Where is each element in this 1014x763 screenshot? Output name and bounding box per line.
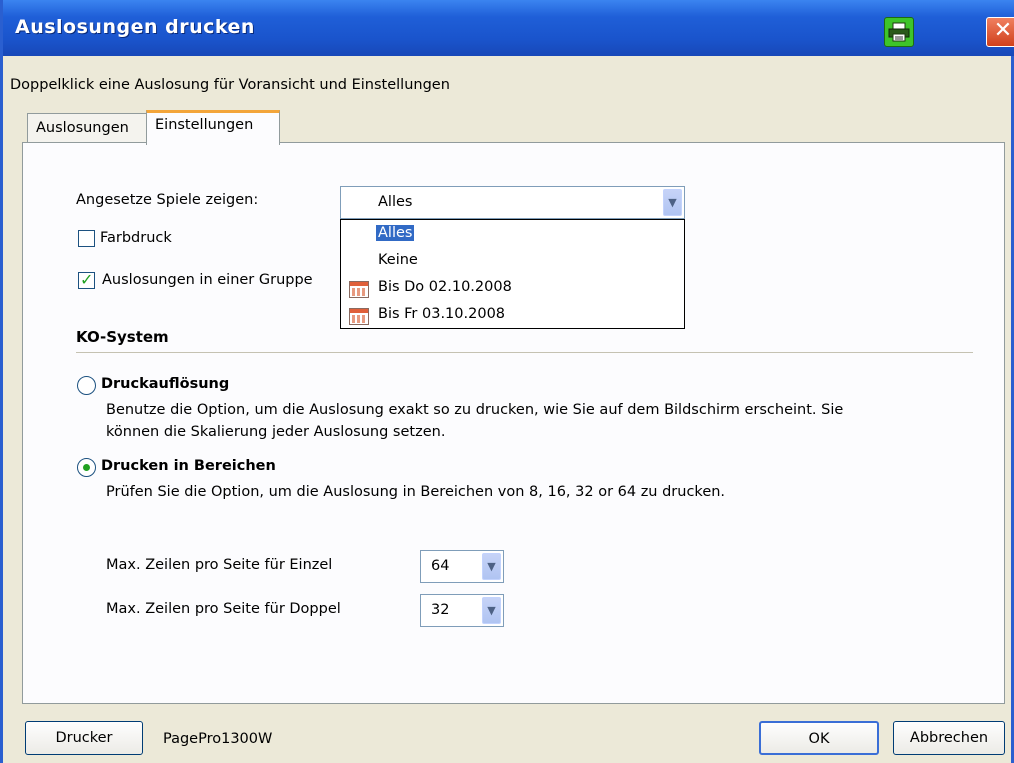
color-print-checkbox[interactable] xyxy=(78,230,95,247)
cancel-button[interactable]: Abbrechen xyxy=(893,721,1005,755)
dropdown-option[interactable]: Bis Fr 03.10.2008 xyxy=(341,303,684,328)
print-resolution-desc-2: können die Skalierung jeder Auslosung se… xyxy=(106,424,446,440)
printer-button[interactable]: Drucker xyxy=(25,721,143,755)
print-dialog: Auslosungen drucken ✕ Doppelklick eine A… xyxy=(0,0,1014,763)
tab-auslosungen[interactable]: Auslosungen xyxy=(27,113,147,143)
print-resolution-desc-1: Benutze die Option, um die Auslosung exa… xyxy=(106,402,844,418)
instruction-text: Doppelklick eine Auslosung für Voransich… xyxy=(10,77,450,93)
dropdown-option[interactable]: Keine xyxy=(341,249,684,274)
print-ranges-desc: Prüfen Sie die Option, um die Auslosung … xyxy=(106,484,726,500)
single-rows-select[interactable]: 64 ▼ xyxy=(420,550,504,583)
show-matches-dropdown: Alles Keine Bis Do 02.10.2008 Bis Fr 03.… xyxy=(340,219,685,329)
chevron-down-icon[interactable]: ▼ xyxy=(482,597,501,624)
print-resolution-label: Druckauflösung xyxy=(101,376,230,392)
ok-button[interactable]: OK xyxy=(759,721,879,755)
chevron-down-icon[interactable]: ▼ xyxy=(663,189,682,216)
double-rows-value: 32 xyxy=(431,602,450,618)
dropdown-option[interactable]: Bis Do 02.10.2008 xyxy=(341,276,684,301)
show-matches-value: Alles xyxy=(378,194,413,210)
group-checkbox[interactable] xyxy=(78,270,95,289)
window-title: Auslosungen drucken xyxy=(15,16,255,38)
calendar-icon xyxy=(349,281,369,298)
tab-einstellungen[interactable]: Einstellungen xyxy=(146,110,280,145)
section-divider xyxy=(76,352,973,353)
show-matches-select[interactable]: Alles ▼ xyxy=(340,186,685,219)
single-rows-label: Max. Zeilen pro Seite für Einzel xyxy=(106,557,333,573)
title-bar: Auslosungen drucken ✕ xyxy=(3,0,1014,56)
double-rows-select[interactable]: 32 ▼ xyxy=(420,594,504,627)
ko-section-title: KO-System xyxy=(76,328,169,346)
double-rows-label: Max. Zeilen pro Seite für Doppel xyxy=(106,601,341,617)
group-label: Auslosungen in einer Gruppe xyxy=(102,272,313,288)
print-ranges-label: Drucken in Bereichen xyxy=(101,458,276,474)
dropdown-option[interactable]: Alles xyxy=(341,222,684,247)
single-rows-value: 64 xyxy=(431,558,450,574)
printer-name: PagePro1300W xyxy=(163,731,273,747)
print-resolution-radio[interactable] xyxy=(77,376,96,395)
color-print-label: Farbdruck xyxy=(100,230,172,246)
calendar-icon xyxy=(349,308,369,325)
printer-icon[interactable] xyxy=(884,17,914,47)
chevron-down-icon[interactable]: ▼ xyxy=(482,553,501,580)
show-matches-label: Angesetze Spiele zeigen: xyxy=(76,192,259,208)
close-button[interactable]: ✕ xyxy=(986,17,1014,47)
print-ranges-radio[interactable] xyxy=(77,458,96,477)
